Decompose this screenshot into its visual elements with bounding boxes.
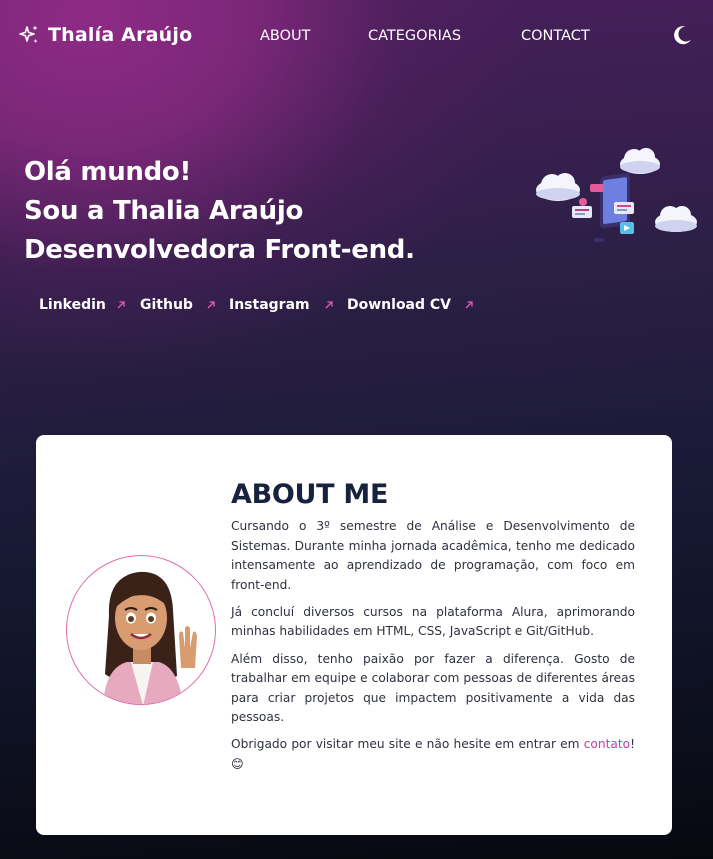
closing-text: Obrigado por visitar meu site e não hesi… (231, 737, 584, 752)
about-paragraph: Além disso, tenho paixão por fazer a dif… (231, 651, 635, 725)
link-linkedin[interactable]: Linkedin (39, 297, 106, 313)
brand-name: Thalía Araújo (48, 24, 193, 46)
about-text: Cursando o 3º semestre de Análise e Dese… (231, 517, 635, 782)
nav-categorias[interactable]: CATEGORIAS (368, 28, 461, 44)
cloud-icon (620, 148, 660, 174)
cartoon-avatar-waving (103, 571, 197, 704)
link-github[interactable]: Github (140, 297, 193, 313)
arrow-up-right-icon (325, 301, 333, 309)
nav-contact[interactable]: CONTACT (521, 28, 590, 44)
arrow-up-right-icon (465, 301, 473, 309)
about-paragraph: Cursando o 3º semestre de Análise e Dese… (231, 519, 635, 592)
about-closing: Obrigado por visitar meu site e não hesi… (231, 735, 635, 774)
hero-heading: Olá mundo! Sou a Thalia Araújo Desenvolv… (24, 153, 504, 270)
about-card: ABOUT ME Cursando o 3º semestre de Análi… (36, 435, 672, 835)
avatar (66, 555, 216, 705)
link-download-cv[interactable]: Download CV (347, 297, 451, 313)
contact-link[interactable]: contato (584, 737, 630, 751)
about-title: ABOUT ME (231, 479, 389, 510)
top-navigation: Thalía Araújo ABOUT CATEGORIAS CONTACT (0, 0, 713, 72)
brand[interactable]: Thalía Araújo (18, 24, 192, 46)
hero-intro: Sou a Thalia Araújo (24, 196, 304, 226)
moon-icon[interactable] (671, 24, 693, 46)
social-media-illustration (536, 148, 697, 242)
cloud-icon (655, 206, 697, 232)
hero-greeting: Olá mundo! (24, 157, 192, 187)
about-paragraph: Já concluí diversos cursos na plataforma… (231, 604, 635, 639)
sparkles-icon (19, 25, 38, 43)
arrow-up-right-icon (117, 301, 125, 309)
nav-about[interactable]: ABOUT (260, 28, 311, 44)
cloud-icon (536, 173, 580, 201)
hero-role: Desenvolvedora Front-end. (24, 235, 415, 265)
phone-icon (600, 173, 630, 229)
link-instagram[interactable]: Instagram (229, 297, 310, 313)
arrow-up-right-icon (207, 301, 215, 309)
